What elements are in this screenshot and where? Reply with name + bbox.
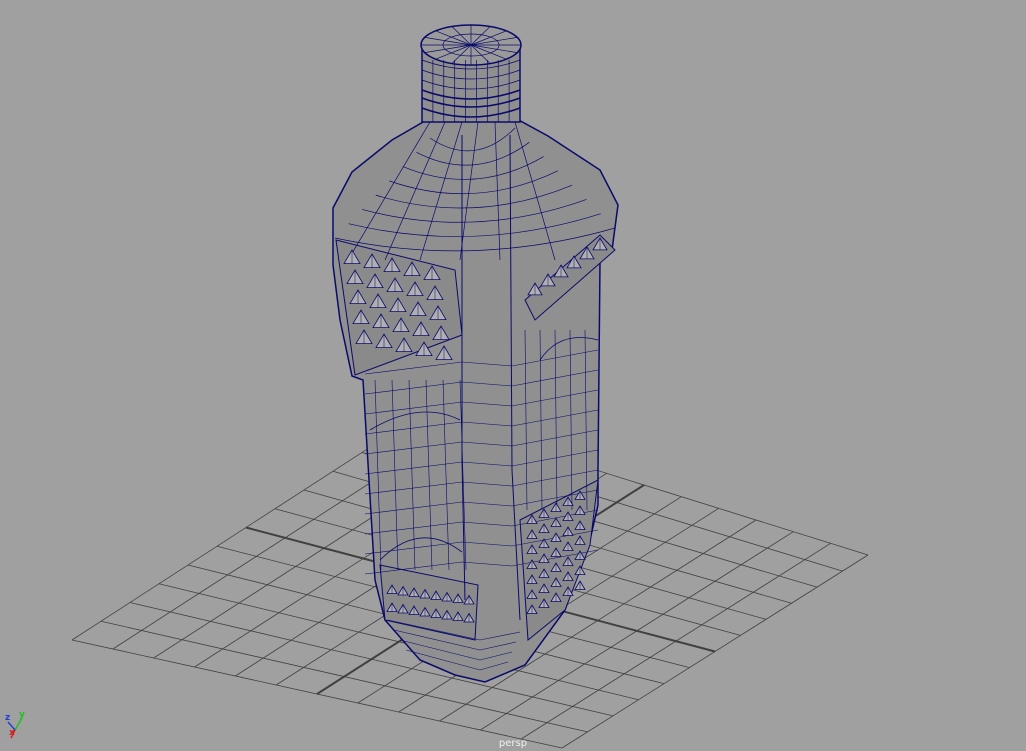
perspective-viewport[interactable]: persp z y x (0, 0, 1026, 751)
grid-line (561, 554, 869, 749)
axis-z-label: z (5, 713, 11, 723)
camera-name-label: persp (498, 738, 528, 749)
axis-x-label: x (9, 728, 15, 738)
axis-y-label: y (19, 710, 25, 720)
viewport-scene (7, 24, 869, 749)
bottle-body-surface (332, 24, 619, 683)
bottle-mesh[interactable] (332, 24, 619, 683)
